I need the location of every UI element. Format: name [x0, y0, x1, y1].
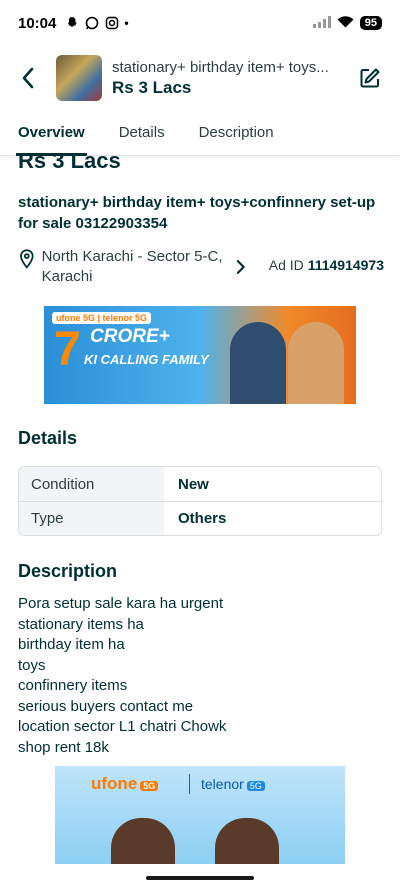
- description-text: Pora setup sale kara ha urgent stationar…: [18, 594, 382, 758]
- header-ad-price: Rs 3 Lacs: [112, 77, 192, 97]
- brand-telenor-text: telenor: [201, 776, 244, 792]
- banner-brand-telenor: telenor 5G: [201, 776, 265, 792]
- brand-ufone-text: ufone: [91, 774, 138, 793]
- banner-person-image: [230, 322, 286, 404]
- location-row[interactable]: North Karachi - Sector 5-C, Karachi Ad I…: [18, 247, 384, 287]
- home-indicator[interactable]: [146, 876, 254, 880]
- details-table: Condition New Type Others: [18, 466, 382, 536]
- divider: [189, 774, 190, 794]
- chevron-left-icon: [22, 67, 34, 89]
- tab-overview[interactable]: Overview: [16, 110, 87, 156]
- ad-id-value: 1114914973: [307, 257, 385, 273]
- table-row: Type Others: [19, 501, 381, 535]
- ad-title: stationary+ birthday item+ toys+confinne…: [18, 194, 376, 232]
- description-line: confinnery items: [18, 677, 128, 694]
- ad-location: North Karachi - Sector 5-C, Karachi: [41, 248, 223, 285]
- tag-5g: 5G: [140, 781, 159, 791]
- notification-dot-icon: •: [124, 16, 129, 30]
- chevron-right-icon: [237, 260, 246, 274]
- whatsapp-icon: [84, 16, 99, 31]
- banner-subline: KI CALLING FAMILY: [84, 352, 209, 367]
- wifi-icon: [337, 15, 354, 32]
- edit-icon: [360, 68, 380, 88]
- ad-thumbnail[interactable]: [56, 55, 102, 101]
- description-line: stationary items ha: [18, 615, 144, 633]
- section-tabs: Overview Details Description: [0, 110, 400, 156]
- detail-value: Others: [178, 510, 227, 527]
- snapchat-icon: [64, 16, 79, 31]
- description-line: shop rent 18k: [18, 738, 109, 756]
- signal-icon: [312, 15, 331, 32]
- banner-person-image: [288, 322, 344, 404]
- status-time: 10:04: [18, 14, 57, 32]
- detail-value: New: [178, 475, 209, 493]
- banner-person-image: [111, 818, 175, 864]
- instagram-icon: [104, 16, 119, 31]
- status-bar: 10:04 • 95: [0, 0, 400, 46]
- banner-number: 7: [54, 323, 81, 376]
- banner-person-image: [215, 818, 279, 864]
- description-line: Pora setup sale kara ha urgent: [18, 595, 224, 612]
- banner-brand-ufone: ufone 5G: [91, 774, 159, 794]
- table-row: Condition New: [19, 467, 381, 501]
- details-heading: Details: [18, 428, 78, 448]
- description-line: birthday item ha: [18, 636, 125, 653]
- detail-key: Condition: [19, 467, 164, 501]
- promo-banner-bottom[interactable]: ufone 5G telenor 5G: [55, 766, 345, 864]
- price-clip: Rs 3 Lacs: [0, 156, 400, 178]
- ad-header: stationary+ birthday item+ toys... Rs 3 …: [0, 46, 400, 110]
- header-ad-title: stationary+ birthday item+ toys...: [112, 58, 329, 76]
- edit-button[interactable]: [354, 62, 386, 94]
- back-button[interactable]: [14, 64, 42, 92]
- location-pin-icon: [20, 249, 34, 269]
- description-line: serious buyers contact me: [18, 697, 194, 715]
- battery-indicator: 95: [359, 16, 382, 30]
- ad-id-label: Ad ID: [268, 257, 304, 273]
- description-heading: Description: [18, 561, 118, 581]
- description-line: location sector L1 chatri Chowk: [18, 718, 227, 735]
- banner-headline: CRORE+: [90, 326, 170, 347]
- ad-id: Ad ID 1114914973: [269, 257, 384, 273]
- tab-details[interactable]: Details: [119, 110, 165, 155]
- description-line: toys: [18, 656, 46, 674]
- ad-price: Rs 3 Lacs: [18, 156, 121, 173]
- promo-banner-top[interactable]: ufone 5G | telenor 5G 7 CRORE+ KI CALLIN…: [44, 306, 356, 404]
- tab-description[interactable]: Description: [199, 110, 274, 155]
- detail-key: Type: [19, 502, 164, 535]
- tag-5g: 5G: [246, 781, 265, 791]
